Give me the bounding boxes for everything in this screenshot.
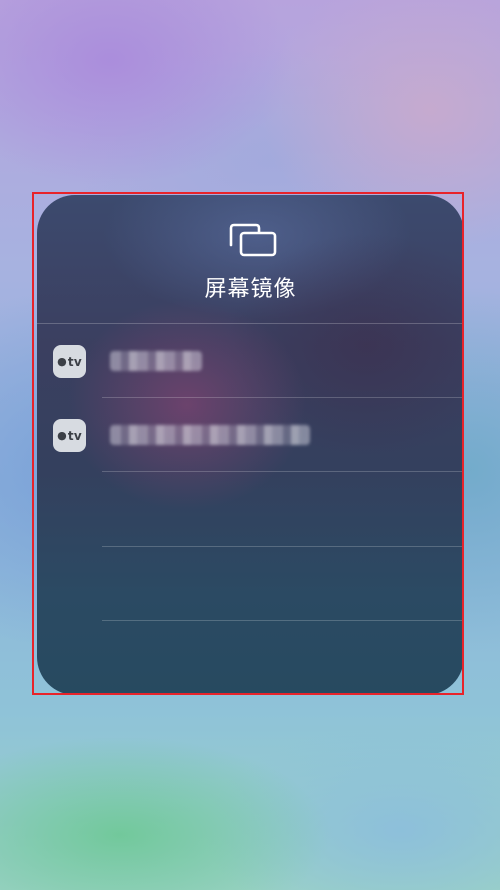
row-divider (102, 620, 464, 621)
panel-title: 屏幕镜像 (204, 277, 297, 302)
device-name-redacted (110, 351, 202, 371)
empty-row (37, 472, 464, 546)
device-name-redacted (110, 425, 310, 445)
apple-logo-icon: ● (57, 429, 67, 442)
control-center-background: 屏幕镜像 ● tv ● tv (0, 0, 500, 890)
apple-tv-badge-icon: ● tv (53, 419, 86, 452)
apple-tv-badge-label: tv (67, 354, 82, 369)
empty-row (37, 547, 464, 621)
screen-mirroring-panel: 屏幕镜像 ● tv ● tv (37, 195, 464, 695)
device-row-apple-tv-2[interactable]: ● tv (37, 398, 464, 472)
screen-mirroring-icon (229, 223, 277, 257)
device-row-apple-tv-1[interactable]: ● tv (37, 324, 464, 398)
apple-tv-badge-label: tv (67, 428, 82, 443)
apple-logo-icon: ● (57, 355, 67, 368)
apple-tv-badge-icon: ● tv (53, 345, 86, 378)
